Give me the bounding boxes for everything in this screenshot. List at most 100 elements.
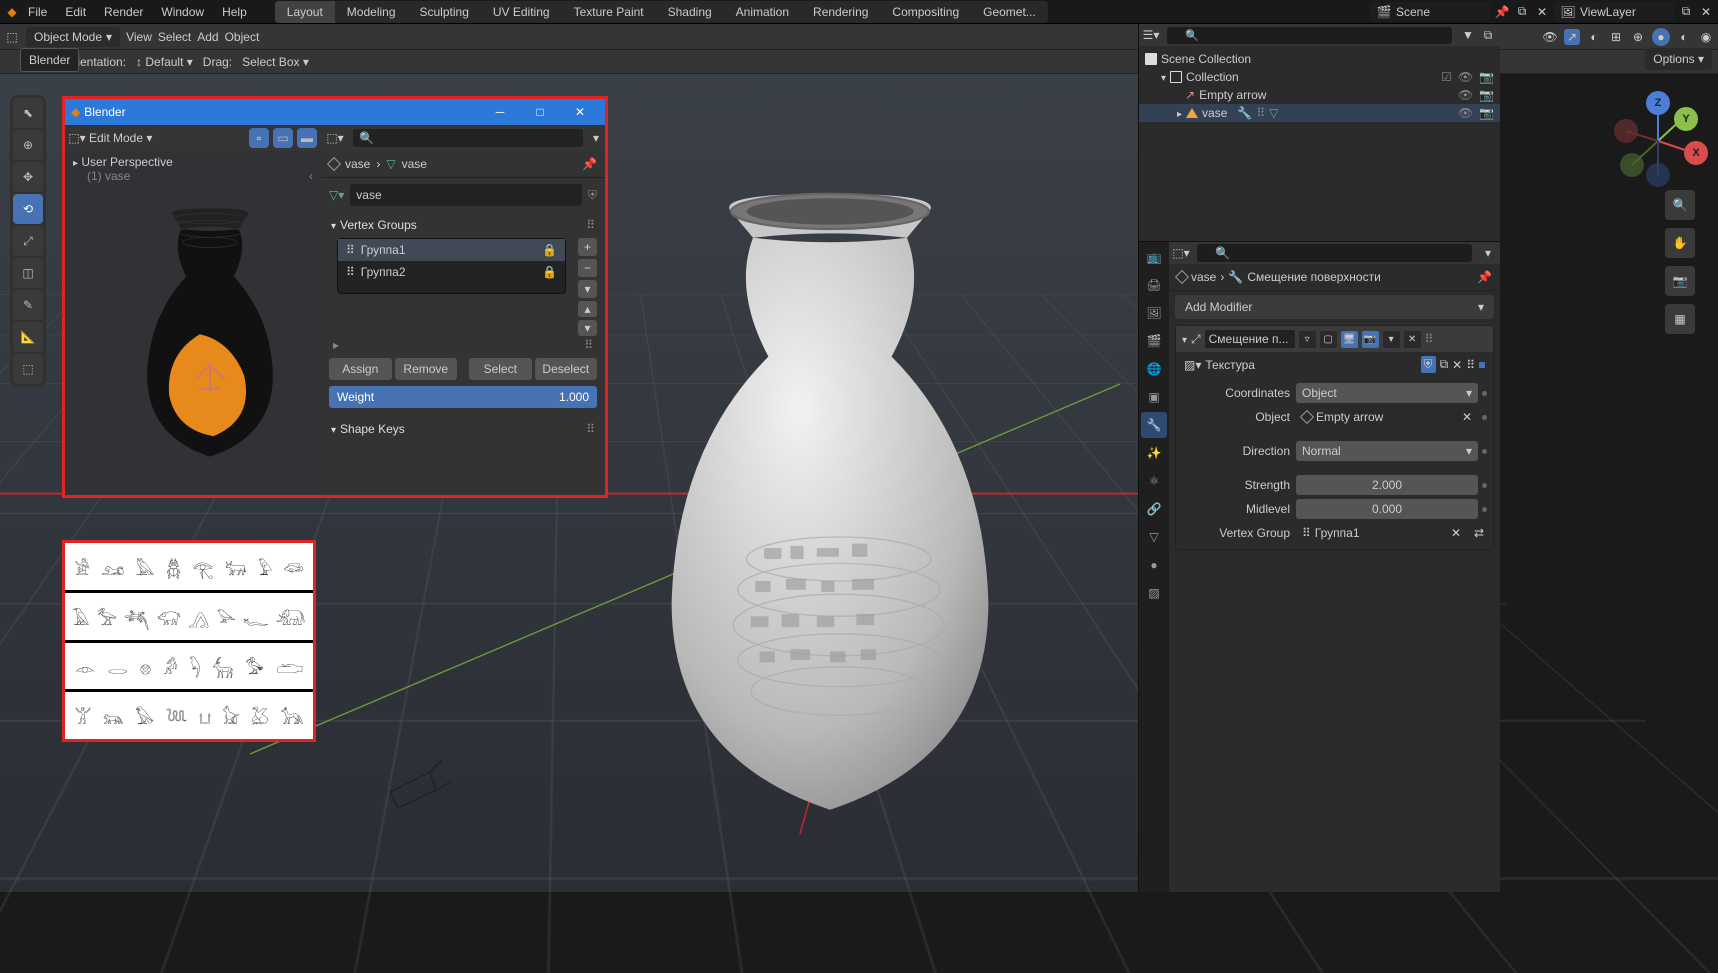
eye-icon[interactable]: 👁 <box>1458 106 1473 120</box>
midlevel-field[interactable]: 0.000 <box>1296 499 1478 519</box>
prop-scene-icon[interactable]: 🎬 <box>1141 328 1167 354</box>
props-editor-icon[interactable]: ⬚▾ <box>1173 245 1189 261</box>
vertex-select-icon[interactable]: ▫ <box>249 128 269 148</box>
vg-moveup-button[interactable]: ▴ <box>578 301 597 317</box>
list-expand-icon[interactable]: ▸ <box>333 338 339 352</box>
assign-button[interactable]: Assign <box>329 358 392 380</box>
header-select[interactable]: Select <box>158 30 191 44</box>
pin-icon[interactable]: 📌 <box>1477 270 1492 284</box>
direction-dropdown[interactable]: Normal▾ <box>1296 441 1478 461</box>
pin-icon[interactable]: 📌 <box>1494 4 1510 20</box>
mod-extra-icon[interactable]: ▾ <box>1383 331 1400 348</box>
pin-props-icon[interactable]: 📌 <box>582 157 597 171</box>
list-grip-icon[interactable]: ⠿ <box>584 338 593 352</box>
gizmo-z[interactable]: Z <box>1646 91 1670 115</box>
tab-sculpting[interactable]: Sculpting <box>408 1 481 23</box>
tab-layout[interactable]: Layout <box>275 1 335 23</box>
menu-edit[interactable]: Edit <box>57 2 94 22</box>
collection-toggle-icon[interactable] <box>1161 70 1166 84</box>
scale-tool[interactable]: ⤢ <box>13 226 43 256</box>
measure-tool[interactable]: 📐 <box>13 322 43 352</box>
scene-collection-row[interactable]: Scene Collection <box>1139 50 1500 68</box>
outliner-search[interactable]: 🔍 <box>1167 27 1452 44</box>
filter-icon[interactable]: ▼ <box>1460 27 1476 43</box>
gizmo-y[interactable]: Y <box>1674 107 1698 131</box>
prop-object-icon[interactable]: ▣ <box>1141 384 1167 410</box>
gizmo-neg-x[interactable] <box>1614 119 1638 143</box>
props-search[interactable]: 🔍 <box>1197 244 1472 262</box>
visibility-icon[interactable]: 👁 <box>1542 29 1558 45</box>
crumb-obj[interactable]: vase <box>1191 270 1216 284</box>
shading-solid-icon[interactable]: ● <box>1652 28 1670 46</box>
mod-render-btn-icon[interactable]: 📷 <box>1362 331 1379 348</box>
mod-realtime-icon[interactable]: 🖥 <box>1341 331 1358 348</box>
close-layer-icon[interactable]: ✕ <box>1698 4 1714 20</box>
strength-field[interactable]: 2.000 <box>1296 475 1478 495</box>
drag-dropdown[interactable]: Select Box ▾ <box>242 55 309 69</box>
prop-constraint-icon[interactable]: 🔗 <box>1141 496 1167 522</box>
inset-mode-dropdown[interactable]: Edit Mode ▾ <box>89 131 245 145</box>
render-eye-icon[interactable]: 📷 <box>1479 106 1494 120</box>
collection-row[interactable]: Collection ☑👁📷 <box>1139 68 1500 86</box>
tab-rendering[interactable]: Rendering <box>801 1 880 23</box>
prop-physics-icon[interactable]: ⚛ <box>1141 468 1167 494</box>
minimize-icon[interactable]: ─ <box>481 100 519 124</box>
props-options-icon[interactable]: ▾ <box>1480 245 1496 261</box>
shield-icon[interactable]: ⛨ <box>588 188 597 203</box>
xray-icon[interactable]: ⊞ <box>1608 29 1624 45</box>
vg-item-0[interactable]: ⠿Группа1🔒 <box>338 239 565 261</box>
vg-remove-button[interactable]: − <box>578 259 597 277</box>
texture-subpanel-header[interactable]: ▨▾ Текстура ⛨ ⧉ ✕ ⠿ <box>1176 352 1493 377</box>
crumb-data[interactable]: vase <box>402 157 427 171</box>
object-field[interactable]: Empty arrow✕ <box>1296 407 1478 427</box>
render-eye-icon[interactable]: 📷 <box>1479 88 1494 102</box>
prop-material-icon[interactable]: ● <box>1141 552 1167 578</box>
face-select-icon[interactable]: ▬ <box>297 128 317 148</box>
zoom-icon[interactable]: 🔍 <box>1665 190 1695 220</box>
window-close-icon[interactable]: ✕ <box>561 100 599 124</box>
tab-shading[interactable]: Shading <box>656 1 724 23</box>
prop-viewlayer-icon[interactable]: 🖼 <box>1141 300 1167 326</box>
tex-new-icon[interactable]: ⧉ <box>1440 357 1449 372</box>
mesh-data-icon[interactable]: ▽▾ <box>329 188 344 202</box>
orientation-dropdown[interactable]: ↕ Default ▾ <box>136 55 193 69</box>
editor-type-icon[interactable]: ⬚ <box>4 29 20 45</box>
prop-output-icon[interactable]: 🖨 <box>1141 272 1167 298</box>
menu-file[interactable]: File <box>20 2 55 22</box>
header-object[interactable]: Object <box>225 30 260 44</box>
render-eye-icon[interactable]: 📷 <box>1479 70 1494 84</box>
edge-select-icon[interactable]: ▭ <box>273 128 293 148</box>
select-button[interactable]: Select <box>469 358 532 380</box>
vertex-group-list[interactable]: ⠿Группа1🔒 ⠿Группа2🔒 <box>337 238 566 294</box>
tab-geometry[interactable]: Geomet... <box>971 1 1048 23</box>
tex-unlink-icon[interactable]: ✕ <box>1452 358 1462 372</box>
inset-collapse-icon[interactable]: ‹ <box>309 169 313 183</box>
eye-icon[interactable]: 👁 <box>1458 88 1473 102</box>
shape-toggle[interactable] <box>331 422 336 436</box>
mod-oncage-icon[interactable]: ▿ <box>1299 331 1316 348</box>
prop-modifier-icon[interactable]: 🔧 <box>1141 412 1167 438</box>
scene-field[interactable]: 🎬Scene <box>1370 2 1490 22</box>
vg-item-1[interactable]: ⠿Группа2🔒 <box>338 261 565 283</box>
tab-compositing[interactable]: Compositing <box>880 1 971 23</box>
new-icon[interactable]: ⧉ <box>1514 4 1530 20</box>
gizmo-neg-y[interactable] <box>1620 153 1644 177</box>
rotate-tool[interactable]: ⟲ <box>13 194 43 224</box>
shading-render-icon[interactable]: ◉ <box>1698 29 1714 45</box>
weight-slider[interactable]: Weight1.000 <box>329 386 597 408</box>
props-search[interactable]: 🔍 <box>353 129 583 147</box>
row-toggle-icon[interactable] <box>1177 106 1182 120</box>
maximize-icon[interactable]: □ <box>521 100 559 124</box>
axis-gizmo[interactable]: Z Y X <box>1612 95 1704 187</box>
gizmo-toggle-icon[interactable]: ↗ <box>1564 29 1580 45</box>
tab-texturepaint[interactable]: Texture Paint <box>562 1 656 23</box>
vase-object[interactable] <box>610 184 1050 824</box>
vg-menu-button[interactable]: ▾ <box>578 280 597 298</box>
select-tool[interactable]: ⬉ <box>13 98 43 128</box>
inset-editor-icon[interactable]: ⬚▾ <box>69 130 85 146</box>
remove-button[interactable]: Remove <box>395 358 458 380</box>
pan-icon[interactable]: ✋ <box>1665 228 1695 258</box>
gizmo-neg-z[interactable] <box>1646 163 1670 187</box>
overlay-icon[interactable]: ◐ <box>1586 29 1602 45</box>
checkbox-icon[interactable]: ☑ <box>1441 70 1452 84</box>
